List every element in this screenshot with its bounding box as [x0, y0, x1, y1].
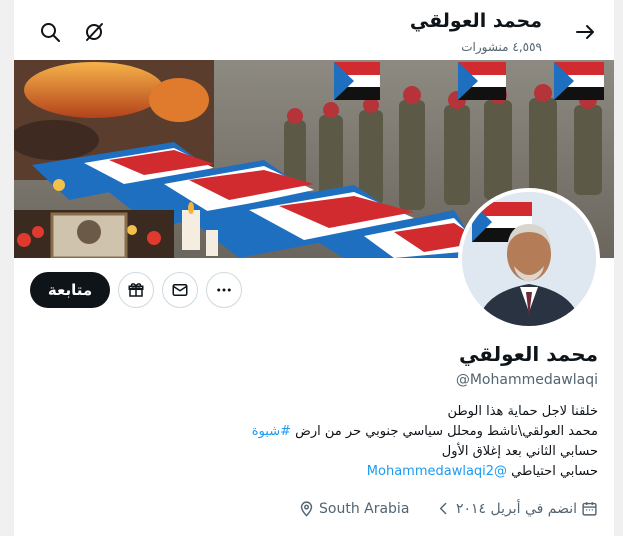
gift-icon — [128, 283, 144, 297]
joined-text: انضم في أبريل ٢٠١٤ — [455, 500, 577, 517]
location-text: South Arabia — [319, 500, 410, 517]
hashtag-link[interactable]: #شبوة — [252, 424, 291, 439]
profile-panel: محمد العولقي ٤,٥٥٩ منشورات متابعة محمد ا… — [14, 0, 614, 536]
bio-text: محمد العولقي\ناشط ومحلل سياسي جنوبي حر م… — [291, 424, 598, 439]
mention-link[interactable]: @Mohammedawlaqi2 — [367, 464, 507, 479]
bio-line: خلقنا لاجل حماية هذا الوطن — [447, 404, 598, 419]
bio-line: محمد العولقي\ناشط ومحلل سياسي جنوبي حر م… — [38, 422, 598, 442]
message-button[interactable] — [162, 272, 198, 308]
location-pin-icon — [300, 501, 313, 517]
chevron-left-icon[interactable] — [435, 500, 452, 517]
back-arrow-icon[interactable] — [574, 20, 598, 44]
header-title: محمد العولقي — [409, 10, 542, 32]
grok-icon[interactable] — [82, 20, 106, 44]
profile-handle: @Mohammedawlaqi — [455, 372, 598, 388]
profile-joined: انضم في أبريل ٢٠١٤ — [435, 500, 598, 517]
gift-button[interactable] — [118, 272, 154, 308]
bio-line: حسابي الثاني بعد إغلاق الأول — [441, 444, 598, 459]
top-bar: محمد العولقي ٤,٥٥٩ منشورات — [14, 0, 614, 60]
more-button[interactable] — [206, 272, 242, 308]
profile-bio: خلقنا لاجل حماية هذا الوطن محمد العولقي\… — [38, 402, 598, 482]
bio-text: حسابي احتياطي — [507, 464, 598, 479]
calendar-icon — [582, 502, 597, 516]
profile-name: محمد العولقي — [458, 342, 598, 366]
follow-button[interactable]: متابعة — [30, 272, 110, 308]
search-icon[interactable] — [38, 20, 62, 44]
mail-icon — [172, 284, 188, 296]
more-icon — [217, 288, 231, 292]
avatar[interactable] — [458, 188, 600, 330]
avatar-image — [462, 192, 596, 326]
posts-count: ٤,٥٥٩ منشورات — [461, 40, 542, 54]
profile-location: South Arabia — [298, 500, 409, 517]
bio-line: حسابي احتياطي @Mohammedawlaqi2 — [38, 462, 598, 482]
